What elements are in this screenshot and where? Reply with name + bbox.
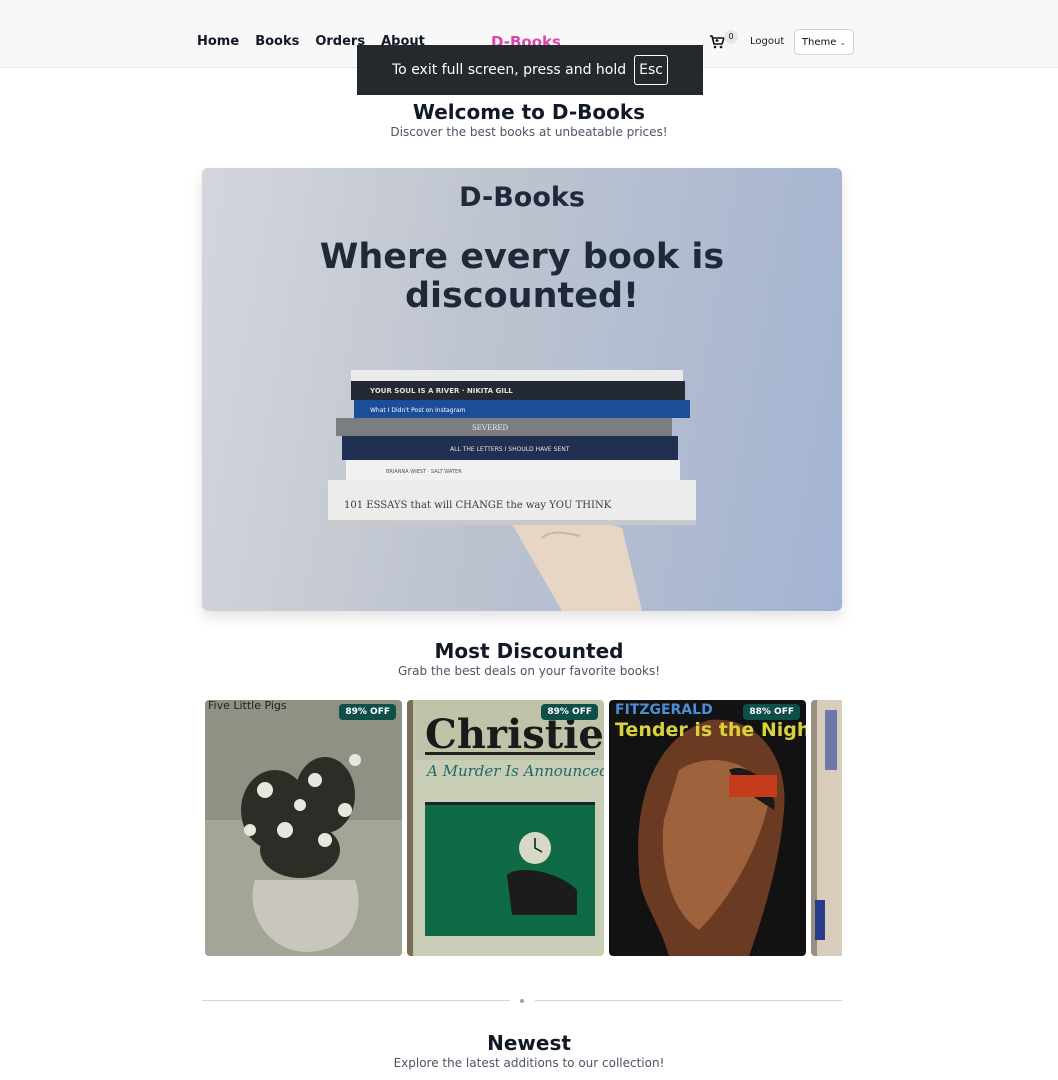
book-cover-text: Five Little Pigs: [208, 700, 287, 712]
theme-dropdown-button[interactable]: Theme ⌄: [794, 29, 854, 55]
nav-home-link[interactable]: Home: [197, 34, 239, 49]
most-discounted-title: Most Discounted: [434, 639, 624, 663]
toast-esc-key: Esc: [634, 55, 668, 85]
book-card[interactable]: Five Little Pigs 89% OFF: [205, 700, 402, 956]
book-cover-image: [811, 700, 842, 956]
section-divider-left: [202, 1000, 510, 1001]
cart-icon[interactable]: [709, 34, 725, 50]
hero-banner: D-Books Where every book is discounted! …: [202, 168, 842, 611]
section-divider-right: [535, 1000, 842, 1001]
hero-book-text: What I Didn't Post on Instagram: [370, 407, 466, 414]
most-discounted-subtitle: Grab the best deals on your favorite boo…: [397, 664, 661, 678]
hero-book-text: ALL THE LETTERS I SHOULD HAVE SENT: [450, 446, 570, 453]
logout-button[interactable]: Logout: [750, 36, 784, 47]
book-cover-image: Christie A Murder Is Announced: [407, 700, 604, 956]
fullscreen-exit-toast: To exit full screen, press and hold Esc: [357, 45, 703, 95]
welcome-subtitle: Discover the best books at unbeatable pr…: [390, 125, 668, 139]
newest-subtitle: Explore the latest additions to our coll…: [393, 1056, 665, 1070]
book-cover-text: Tender is the Night: [615, 719, 806, 741]
welcome-title: Welcome to D-Books: [412, 100, 646, 124]
book-cover-text: A Murder Is Announced: [425, 762, 604, 780]
discounted-carousel[interactable]: Five Little Pigs 89% OFF Christie A Murd…: [202, 700, 842, 957]
hero-book-text: 101 ESSAYS that will CHANGE the way YOU …: [344, 500, 612, 511]
hero-book-text: BRIANNA WIEST · SALT WATER: [386, 469, 462, 475]
cart-count-badge: 0: [724, 30, 738, 44]
book-card[interactable]: Christie A Murder Is Announced 89% OFF: [407, 700, 604, 956]
section-divider-dot: [520, 999, 524, 1003]
discount-badge: 88% OFF: [743, 704, 800, 720]
toast-message: To exit full screen, press and hold: [392, 62, 627, 78]
svg-text:FITZGERALD: FITZGERALD: [615, 702, 713, 718]
book-stack-illustration: YOUR SOUL IS A RIVER · NIKITA GILL What …: [328, 370, 696, 611]
discount-badge: 89% OFF: [339, 704, 396, 720]
theme-label: Theme: [801, 36, 837, 48]
discount-badge: 89% OFF: [541, 704, 598, 720]
hero-book-text: SEVERED: [472, 424, 508, 432]
chevron-down-icon: ⌄: [839, 37, 847, 47]
book-card[interactable]: FITZGERALD Tender is the Night 88% OFF: [609, 700, 806, 956]
book-card[interactable]: [811, 700, 842, 956]
hero-book-text: YOUR SOUL IS A RIVER · NIKITA GILL: [369, 387, 513, 395]
nav-books-link[interactable]: Books: [255, 34, 299, 49]
newest-title: Newest: [487, 1031, 571, 1055]
book-cover-image: FITZGERALD Tender is the Night: [609, 700, 806, 956]
book-cover-image: Five Little Pigs: [205, 700, 402, 956]
